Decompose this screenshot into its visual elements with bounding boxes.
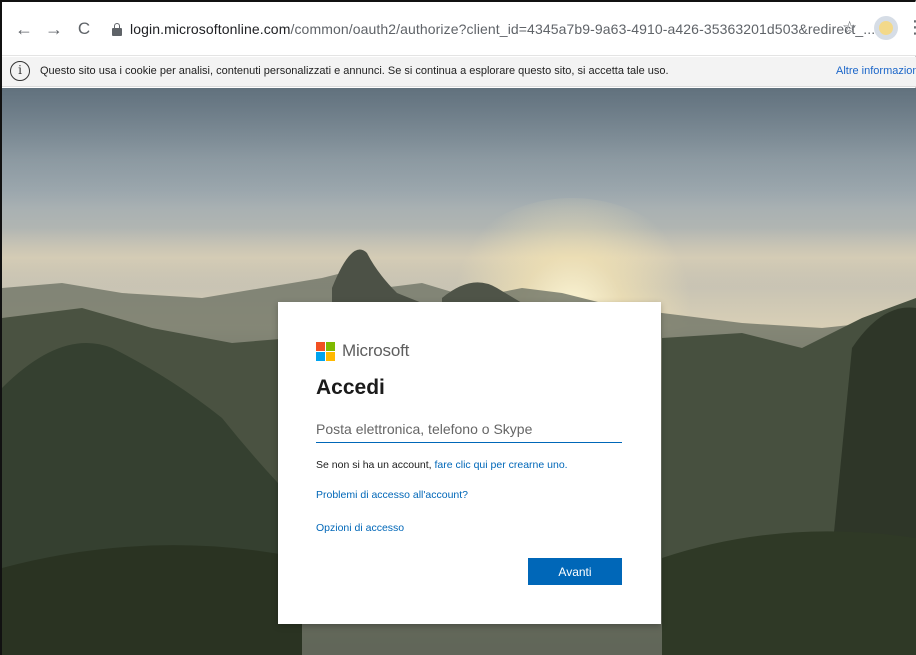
account-problems-link[interactable]: Problemi di accesso all'account? [316,489,468,501]
reload-icon[interactable]: C [74,18,94,40]
profile-avatar-icon[interactable] [874,16,898,40]
lock-icon[interactable] [112,23,122,36]
login-card: Microsoft Accedi Se non si ha un account… [278,302,661,624]
menu-dots-icon[interactable]: ⋮ [906,17,916,38]
sign-in-options-link[interactable]: Opzioni di accesso [316,522,404,534]
back-arrow-icon[interactable]: ← [14,18,34,40]
email-input[interactable] [316,415,622,443]
info-icon: i [10,61,30,81]
browser-toolbar: ← → C login.microsoftonline.com/common/o… [2,2,916,56]
more-info-link[interactable]: Altre informazioni [836,65,916,77]
create-account-link[interactable]: fare clic qui per crearne uno. [435,459,568,471]
url-host: login.microsoftonline.com [130,21,291,37]
bookmark-star-icon[interactable]: ☆ [842,18,857,38]
url-text[interactable]: login.microsoftonline.com/common/oauth2/… [130,21,875,37]
cookie-banner: i Questo sito usa i cookie per analisi, … [2,57,916,87]
no-account-line: Se non si ha un account, fare clic qui p… [316,459,568,471]
logo-green-square [326,342,335,351]
next-button[interactable]: Avanti [528,558,622,585]
logo-blue-square [316,352,325,361]
forward-arrow-icon[interactable]: → [44,18,64,40]
logo-yellow-square [326,352,335,361]
address-bar[interactable]: login.microsoftonline.com/common/oauth2/… [106,17,875,43]
brand-name: Microsoft [342,341,410,360]
logo-red-square [316,342,325,351]
cookie-banner-text: Questo sito usa i cookie per analisi, co… [40,65,669,77]
no-account-text: Se non si ha un account, [316,459,435,471]
url-path: /common/oauth2/authorize?client_id=4345a… [290,21,876,37]
microsoft-logo-icon [316,342,336,362]
page-title: Accedi [316,376,385,399]
